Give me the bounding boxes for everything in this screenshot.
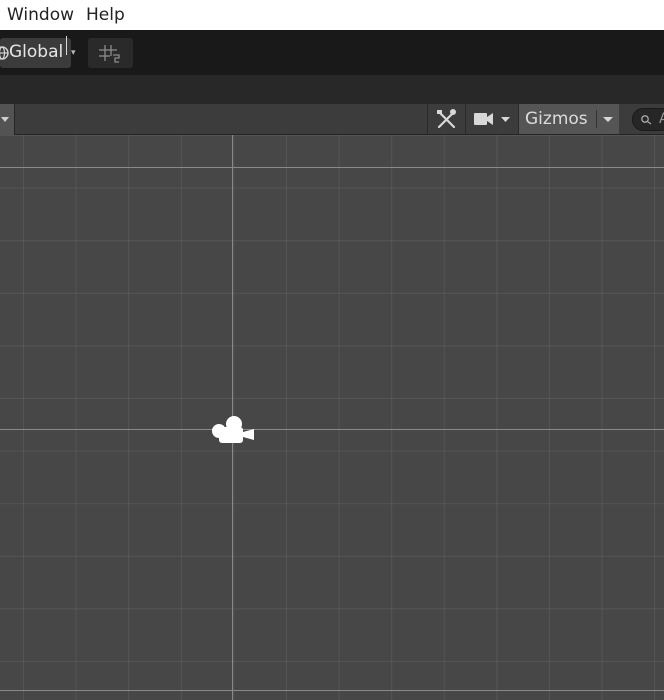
chevron-down-icon: [1, 117, 9, 122]
menu-bar: Window Help: [0, 0, 664, 30]
gizmos-separator: [596, 110, 597, 128]
pivot-rotation-label: Global: [9, 42, 64, 62]
grid-axis-horizontal: [0, 690, 664, 691]
menu-help[interactable]: Help: [86, 5, 125, 25]
text-cursor: [66, 36, 67, 55]
grid-snap-button[interactable]: [88, 38, 133, 68]
pivot-rotation-button[interactable]: Global: [0, 38, 71, 68]
grid-axis-horizontal: [0, 429, 664, 430]
grid-snap-icon: [99, 45, 120, 63]
gizmos-button[interactable]: Gizmos: [518, 104, 619, 134]
scene-viewport[interactable]: [0, 135, 664, 700]
search-text: A: [659, 111, 664, 127]
menu-window[interactable]: Window: [7, 5, 74, 25]
scene-search-field[interactable]: A: [632, 108, 664, 131]
search-icon: [641, 115, 652, 125]
scene-dropdown-button[interactable]: [0, 104, 15, 135]
video-camera-icon: [474, 113, 510, 125]
main-toolbar: Global ▾: [0, 30, 664, 75]
tab-strip: [0, 75, 664, 104]
scene-view-toolbar: Gizmos A: [0, 104, 664, 135]
tools-icon: [437, 109, 456, 129]
gizmos-label: Gizmos: [525, 109, 588, 129]
chevron-down-icon[interactable]: [599, 104, 619, 134]
camera-settings-button[interactable]: [465, 104, 518, 134]
chevron-down-icon: ▾: [71, 48, 76, 58]
scene-camera-icon[interactable]: [210, 414, 256, 446]
scene-tools-button[interactable]: [427, 104, 465, 134]
grid-axis-horizontal: [0, 167, 664, 168]
